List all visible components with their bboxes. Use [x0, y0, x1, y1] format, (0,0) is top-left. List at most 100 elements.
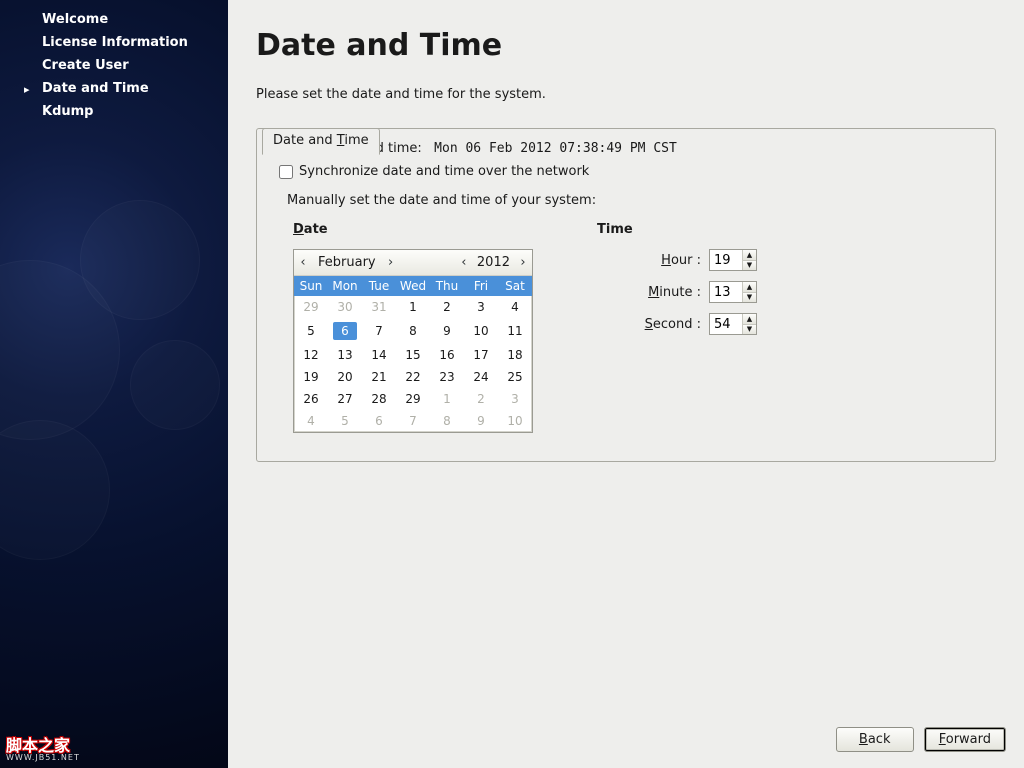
calendar-day[interactable]: 4: [294, 410, 328, 432]
calendar-day[interactable]: 29: [294, 296, 328, 318]
sync-network-checkbox-row[interactable]: Synchronize date and time over the netwo…: [279, 164, 979, 179]
calendar-day[interactable]: 1: [396, 296, 430, 318]
calendar-day[interactable]: 3: [464, 296, 498, 318]
calendar-day[interactable]: 19: [294, 366, 328, 388]
minute-down-icon[interactable]: ▼: [743, 293, 756, 303]
calendar-day[interactable]: 2: [464, 388, 498, 410]
calendar-day[interactable]: 31: [362, 296, 396, 318]
calendar-month[interactable]: February: [312, 255, 382, 270]
calendar-day[interactable]: 11: [498, 318, 532, 344]
minute-label: Minute :: [648, 285, 701, 300]
calendar-day[interactable]: 12: [294, 344, 328, 366]
prev-month-button[interactable]: ‹: [294, 255, 312, 270]
sidebar-item-label: Welcome: [42, 12, 108, 27]
second-down-icon[interactable]: ▼: [743, 325, 756, 335]
page-title: Date and Time: [256, 28, 996, 63]
next-year-button[interactable]: ›: [514, 255, 532, 270]
hour-input[interactable]: [710, 250, 742, 270]
second-label: Second :: [645, 317, 701, 332]
calendar-day[interactable]: 7: [396, 410, 430, 432]
sidebar-item-label: License Information: [42, 35, 188, 50]
calendar-day[interactable]: 6: [328, 318, 362, 344]
sidebar-item-label: Date and Time: [42, 81, 149, 96]
calendar-day[interactable]: 14: [362, 344, 396, 366]
calendar-day[interactable]: 20: [328, 366, 362, 388]
calendar-day[interactable]: 29: [396, 388, 430, 410]
time-column: Time Hour : ▲▼ Minute : ▲▼: [597, 222, 757, 433]
date-column: Date ‹ February › ‹ 2012 › SunMonTue: [293, 222, 533, 433]
calendar-day[interactable]: 27: [328, 388, 362, 410]
page-intro: Please set the date and time for the sys…: [256, 87, 996, 102]
manual-set-label: Manually set the date and time of your s…: [287, 193, 979, 208]
sidebar-item-kdump[interactable]: Kdump: [0, 100, 228, 123]
second-spinner[interactable]: ▲▼: [709, 313, 757, 335]
sync-network-checkbox[interactable]: [279, 165, 293, 179]
calendar-day[interactable]: 18: [498, 344, 532, 366]
calendar-day[interactable]: 10: [498, 410, 532, 432]
calendar-day[interactable]: 5: [294, 318, 328, 344]
calendar-day[interactable]: 22: [396, 366, 430, 388]
calendar-dow: Fri: [464, 276, 498, 296]
minute-input[interactable]: [710, 282, 742, 302]
sidebar-item-date-time[interactable]: ▸ Date and Time: [0, 77, 228, 100]
calendar-day[interactable]: 23: [430, 366, 464, 388]
calendar-dow: Wed: [396, 276, 430, 296]
calendar-day[interactable]: 1: [430, 388, 464, 410]
hour-down-icon[interactable]: ▼: [743, 261, 756, 271]
second-up-icon[interactable]: ▲: [743, 314, 756, 325]
calendar-day[interactable]: 6: [362, 410, 396, 432]
calendar-day[interactable]: 4: [498, 296, 532, 318]
calendar-day[interactable]: 15: [396, 344, 430, 366]
sidebar-nav: Welcome License Information Create User …: [0, 8, 228, 123]
calendar-day[interactable]: 9: [430, 318, 464, 344]
forward-button[interactable]: Forward: [924, 727, 1006, 752]
setup-sidebar: Welcome License Information Create User …: [0, 0, 228, 768]
sidebar-item-label: Create User: [42, 58, 129, 73]
back-button[interactable]: Back: [836, 727, 914, 752]
prev-year-button[interactable]: ‹: [455, 255, 473, 270]
calendar-day[interactable]: 26: [294, 388, 328, 410]
calendar-day[interactable]: 2: [430, 296, 464, 318]
calendar-day[interactable]: 9: [464, 410, 498, 432]
calendar-day[interactable]: 16: [430, 344, 464, 366]
calendar-dow: Sun: [294, 276, 328, 296]
calendar-widget: ‹ February › ‹ 2012 › SunMonTueWedThuFri…: [293, 249, 533, 433]
next-month-button[interactable]: ›: [382, 255, 400, 270]
calendar-day[interactable]: 7: [362, 318, 396, 344]
tab-panel: Current date and time: Mon 06 Feb 2012 0…: [256, 128, 996, 462]
calendar-day[interactable]: 8: [430, 410, 464, 432]
calendar-day[interactable]: 30: [328, 296, 362, 318]
date-heading: Date: [293, 222, 533, 237]
sidebar-item-license[interactable]: License Information: [0, 31, 228, 54]
calendar-grid: SunMonTueWedThuFriSat 293031123456789101…: [294, 276, 532, 432]
calendar-day[interactable]: 13: [328, 344, 362, 366]
calendar-day[interactable]: 5: [328, 410, 362, 432]
footer-buttons: Back Forward: [836, 727, 1006, 752]
calendar-day[interactable]: 10: [464, 318, 498, 344]
calendar-day[interactable]: 24: [464, 366, 498, 388]
tab-date-and-time[interactable]: Date and Time: [262, 128, 380, 155]
calendar-day[interactable]: 25: [498, 366, 532, 388]
main-content: Date and Time Please set the date and ti…: [228, 0, 1024, 768]
hour-spinner[interactable]: ▲▼: [709, 249, 757, 271]
hour-up-icon[interactable]: ▲: [743, 250, 756, 261]
minute-spinner[interactable]: ▲▼: [709, 281, 757, 303]
calendar-day[interactable]: 21: [362, 366, 396, 388]
calendar-day[interactable]: 8: [396, 318, 430, 344]
sidebar-item-create-user[interactable]: Create User: [0, 54, 228, 77]
calendar-dow: Mon: [328, 276, 362, 296]
sidebar-item-label: Kdump: [42, 104, 94, 119]
calendar-day[interactable]: 3: [498, 388, 532, 410]
watermark: 脚本之家 WWW.JB51.NET: [6, 738, 80, 762]
hour-label: Hour :: [661, 253, 701, 268]
calendar-day[interactable]: 17: [464, 344, 498, 366]
second-input[interactable]: [710, 314, 742, 334]
calendar-dow: Sat: [498, 276, 532, 296]
calendar-dow: Thu: [430, 276, 464, 296]
calendar-year[interactable]: 2012: [473, 255, 514, 270]
calendar-day[interactable]: 28: [362, 388, 396, 410]
minute-up-icon[interactable]: ▲: [743, 282, 756, 293]
sidebar-item-welcome[interactable]: Welcome: [0, 8, 228, 31]
time-heading: Time: [597, 222, 757, 237]
current-step-arrow-icon: ▸: [24, 83, 30, 96]
